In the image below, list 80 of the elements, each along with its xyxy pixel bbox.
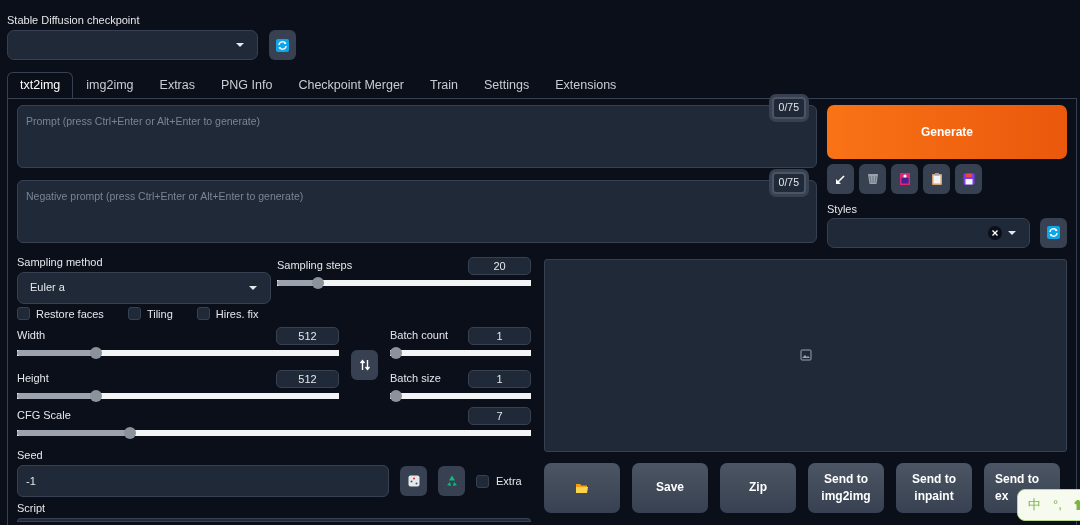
slider-track[interactable] <box>390 390 531 402</box>
slider-thumb[interactable] <box>312 276 325 289</box>
field-label: Stable Diffusion checkpoint <box>7 13 140 27</box>
refresh-icon <box>1047 226 1061 239</box>
refresh-button[interactable] <box>269 30 296 60</box>
output-button[interactable]: Send to inpaint <box>896 462 972 513</box>
clear-icon <box>987 225 1002 240</box>
output-button[interactable]: Send to img2img <box>808 462 884 513</box>
caret-icon <box>1007 229 1018 236</box>
image-placeholder-icon <box>799 349 812 361</box>
slider-label: Batch count <box>390 328 449 342</box>
tab[interactable]: txt2img <box>7 72 74 98</box>
clipboard-icon <box>929 172 944 186</box>
checkbox[interactable] <box>127 307 141 321</box>
caret-icon <box>248 284 258 291</box>
number-field[interactable]: 1 <box>468 327 531 345</box>
slider-thumb[interactable] <box>90 390 103 402</box>
tool-button[interactable] <box>827 164 854 194</box>
field-label: Seed <box>17 448 43 462</box>
dice-icon <box>406 474 421 488</box>
checkbox[interactable] <box>476 474 489 488</box>
slider-label: CFG Scale <box>17 408 71 422</box>
checkbox[interactable] <box>17 307 30 321</box>
number-field[interactable]: 20 <box>468 256 531 275</box>
random-seed-button[interactable] <box>400 466 427 496</box>
slider-track[interactable] <box>17 347 339 359</box>
tool-button[interactable] <box>859 164 886 194</box>
slider-label: Batch size <box>390 371 441 385</box>
swap-button[interactable] <box>351 349 378 380</box>
slider-label: Height <box>17 371 49 385</box>
image-icon <box>897 172 912 186</box>
checkpoint-dropdown[interactable] <box>7 30 258 60</box>
tab[interactable]: Train <box>417 72 472 98</box>
slider-label: Width <box>17 328 46 342</box>
arrow-icon <box>833 172 848 186</box>
token-counter: 0/75 <box>771 172 806 194</box>
slider-track[interactable] <box>390 347 531 359</box>
number-field[interactable]: 512 <box>276 327 339 345</box>
floppy-icon <box>961 172 976 186</box>
slider-label: Sampling steps <box>277 257 353 272</box>
tool-button[interactable] <box>955 164 982 194</box>
field-label: Sampling method <box>17 254 103 269</box>
slider-thumb[interactable] <box>124 427 137 439</box>
slider-track[interactable] <box>17 390 339 402</box>
checkbox-label: Tiling <box>146 306 173 322</box>
checkbox-label: Restore faces <box>36 306 104 322</box>
tab[interactable]: Extras <box>146 72 208 98</box>
folder-icon <box>575 481 589 494</box>
tab[interactable]: PNG Info <box>208 72 286 98</box>
number-field[interactable]: 1 <box>468 370 531 388</box>
tab[interactable]: Settings <box>471 72 543 98</box>
slider-track[interactable] <box>17 427 531 439</box>
tab[interactable]: img2img <box>73 72 147 98</box>
seed-value: -1 <box>26 473 36 489</box>
tool-button[interactable] <box>923 164 950 194</box>
checkbox[interactable] <box>196 307 210 321</box>
trash-icon <box>865 172 880 186</box>
swap-icon <box>358 358 371 371</box>
slider-thumb[interactable] <box>390 390 402 402</box>
number-field[interactable]: 512 <box>276 370 339 388</box>
tab[interactable]: Extensions <box>542 72 630 98</box>
slider-thumb[interactable] <box>90 347 103 359</box>
slider-thumb[interactable] <box>390 347 402 359</box>
output-button[interactable]: Zip <box>720 462 796 513</box>
folder-button[interactable] <box>544 462 620 513</box>
number-field[interactable]: 7 <box>468 407 531 425</box>
refresh-button[interactable] <box>1040 217 1067 248</box>
seed-field[interactable]: -1 <box>17 465 389 497</box>
tab[interactable]: Checkpoint Merger <box>285 72 417 98</box>
sampling-method-dropdown[interactable]: Euler a <box>17 271 271 304</box>
caret-icon <box>235 42 245 48</box>
field-label: Styles <box>827 202 857 216</box>
refresh-icon <box>276 38 289 52</box>
checkbox-label: Extra <box>496 473 522 489</box>
output-button[interactable]: Save <box>632 462 708 513</box>
dropdown-value: Euler a <box>30 280 65 296</box>
field-label: Script <box>17 501 46 515</box>
checkbox-label: Hires. fix <box>215 306 259 322</box>
reuse-seed-button[interactable] <box>438 466 465 496</box>
token-counter: 0/75 <box>771 97 806 119</box>
